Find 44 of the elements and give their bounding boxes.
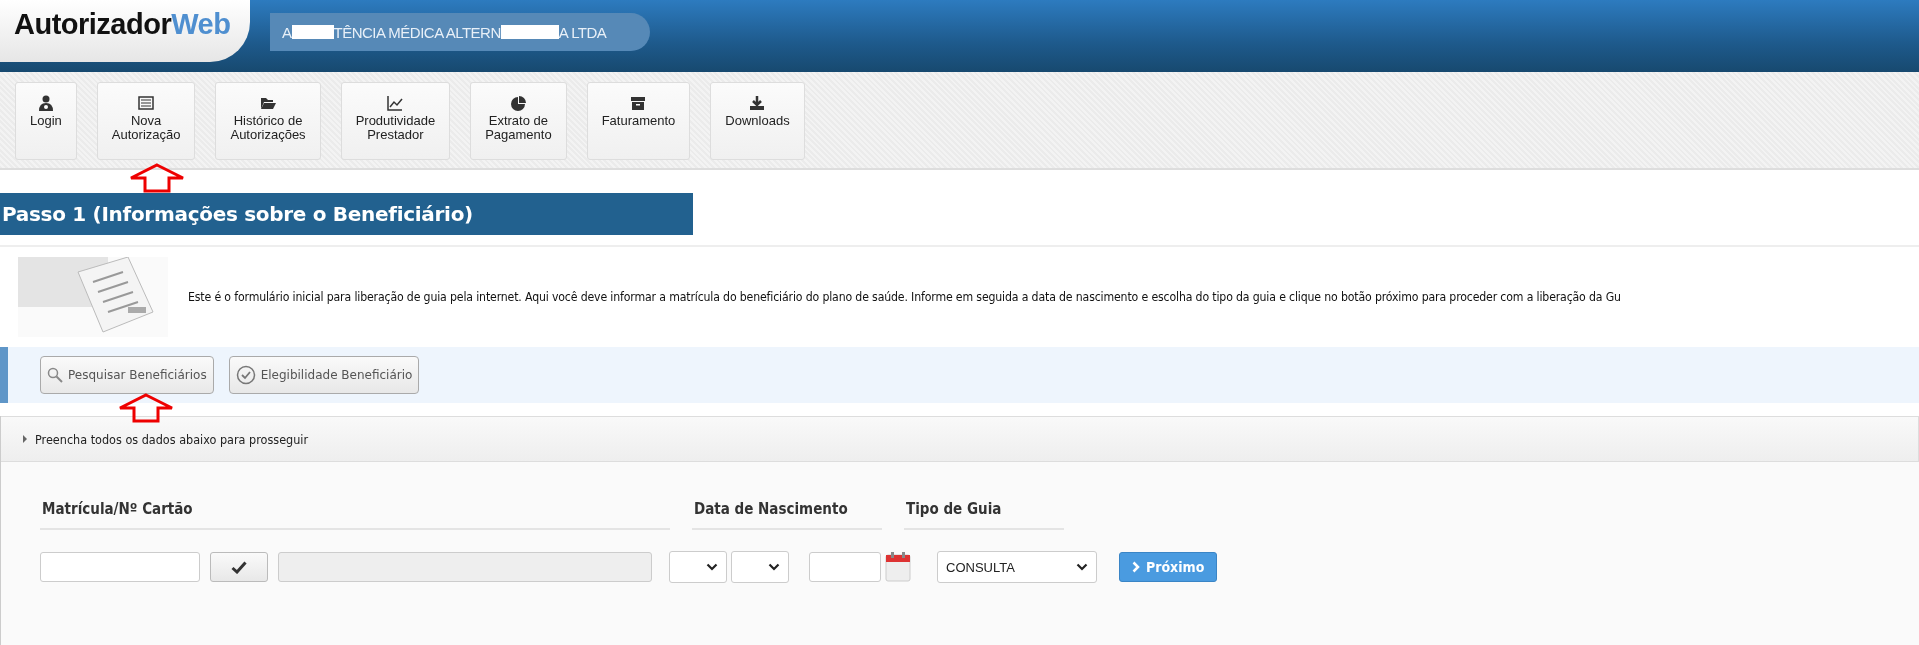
toolbar-button[interactable]: Produtividade Prestador	[340, 82, 451, 160]
redaction-block	[291, 25, 334, 39]
field-label: Data de Nascimento	[692, 500, 882, 530]
folder-icon	[260, 95, 277, 111]
toolbar-button[interactable]: Login	[15, 82, 77, 160]
chevron-down-icon	[706, 563, 718, 571]
search-icon	[47, 367, 63, 383]
field-label: Matrícula/Nº Cartão	[40, 500, 670, 530]
redaction-block	[500, 25, 559, 39]
company-name: A	[282, 23, 292, 41]
user-icon	[37, 95, 54, 111]
month-select[interactable]	[731, 551, 789, 583]
toolbar-button[interactable]: Histórico de Autorizações	[215, 82, 321, 160]
company-name: A LTDA	[558, 23, 607, 41]
checkmark-icon	[231, 560, 247, 574]
app-logo: AutorizadorWeb	[0, 0, 250, 62]
card-number-field[interactable]	[40, 552, 200, 582]
toolbar-button[interactable]: Extrato de Pagamento	[470, 82, 567, 160]
download-icon	[749, 95, 766, 111]
chevron-down-icon	[1076, 563, 1088, 571]
chevron-down-icon	[768, 563, 780, 571]
panel-title: Preencha todos os dados abaixo para prosseguir	[35, 431, 309, 447]
list-icon	[138, 95, 155, 111]
toolbar-button[interactable]: Faturamento	[586, 82, 691, 160]
check-circle-icon	[235, 365, 256, 385]
description-text: Este é o formulário inicial para liberação de guia pela internet. Aqui você deve informar a matrícula do beneficiário do plano de saúde. Informe em seguida a data de nascimento e escolha do tipo da guia e clique no botão próximo para proceder com a liberação da Gu	[188, 290, 1621, 304]
up-arrow-icon	[117, 393, 175, 423]
year-field[interactable]	[809, 552, 881, 582]
day-select[interactable]	[669, 551, 727, 583]
up-arrow-icon	[128, 163, 186, 193]
calendar-icon[interactable]	[885, 550, 911, 584]
validate-button[interactable]	[210, 552, 268, 582]
archive-icon	[630, 95, 647, 111]
step-title: Passo 1 (Informações sobre o Beneficiário)	[0, 193, 693, 235]
toolbar-button[interactable]: Nova Autorização	[96, 82, 196, 160]
field-label: Tipo de Guia	[904, 500, 1064, 530]
search-button[interactable]: Pesquisar Beneficiários	[40, 356, 214, 394]
guide-type-select[interactable]: CONSULTA	[937, 551, 1097, 583]
chart-icon	[387, 95, 404, 111]
pie-icon	[510, 95, 527, 111]
panel-header[interactable]: Preencha todos os dados abaixo para prosseguir	[1, 416, 1919, 462]
chevron-right-icon	[1132, 561, 1140, 573]
toolbar-button[interactable]: Downloads	[710, 82, 805, 160]
eligibility-button[interactable]: Elegibilidade Beneficiário	[228, 356, 420, 394]
